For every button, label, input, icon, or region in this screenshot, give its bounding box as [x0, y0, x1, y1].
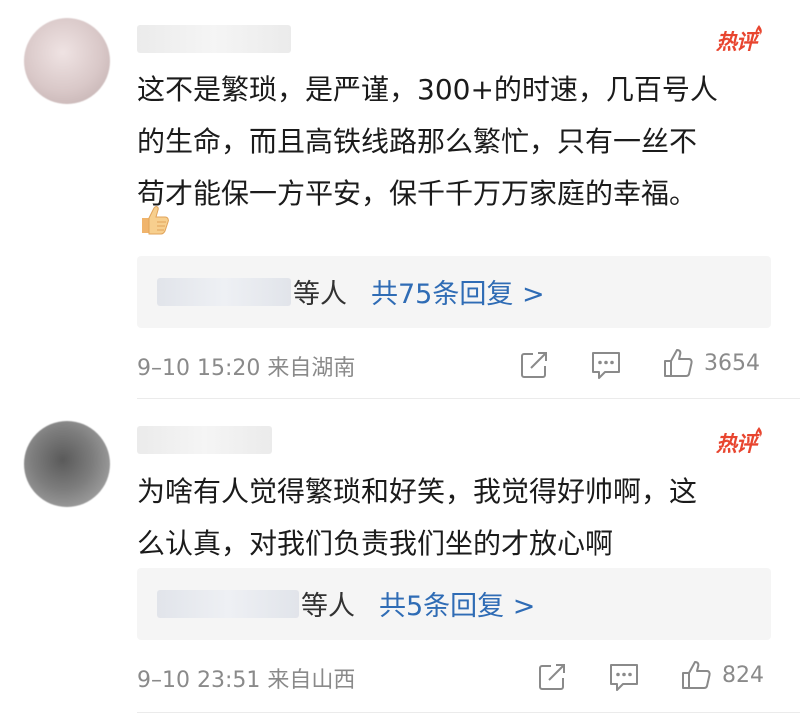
- username-blurred[interactable]: [137, 426, 272, 454]
- reply-summary[interactable]: 等人 共5条回复 >: [137, 568, 771, 640]
- share-button[interactable]: [537, 662, 567, 692]
- hot-comment-badge: 热评: [716, 427, 766, 458]
- comment-item: 热评 为啥有人觉得繁琐和好笑，我觉得好帅啊，这 么认真，对我们负责我们坐的才放心…: [0, 0, 800, 717]
- avatar[interactable]: [24, 421, 110, 507]
- like-count: 824: [722, 662, 764, 688]
- comment-meta: 9–10 23:51 来自山西: [137, 668, 356, 693]
- comment-text: 为啥有人觉得繁琐和好笑，我觉得好帅啊，这 么认真，对我们负责我们坐的才放心啊: [137, 466, 777, 570]
- share-icon: [539, 664, 565, 690]
- divider: [137, 712, 800, 713]
- replier-names-blurred: [157, 590, 299, 618]
- reply-button[interactable]: [608, 662, 640, 692]
- flame-icon: [755, 427, 762, 438]
- comment-icon: [610, 664, 638, 691]
- reply-others-label: 等人: [301, 591, 355, 622]
- like-button[interactable]: 824: [680, 659, 764, 691]
- comment-line: 么认真，对我们负责我们坐的才放心啊: [137, 527, 614, 560]
- view-replies-link[interactable]: 共5条回复 >: [379, 584, 535, 623]
- comment-line: 为啥有人觉得繁琐和好笑，我觉得好帅啊，这: [137, 475, 698, 508]
- like-icon: [682, 661, 711, 689]
